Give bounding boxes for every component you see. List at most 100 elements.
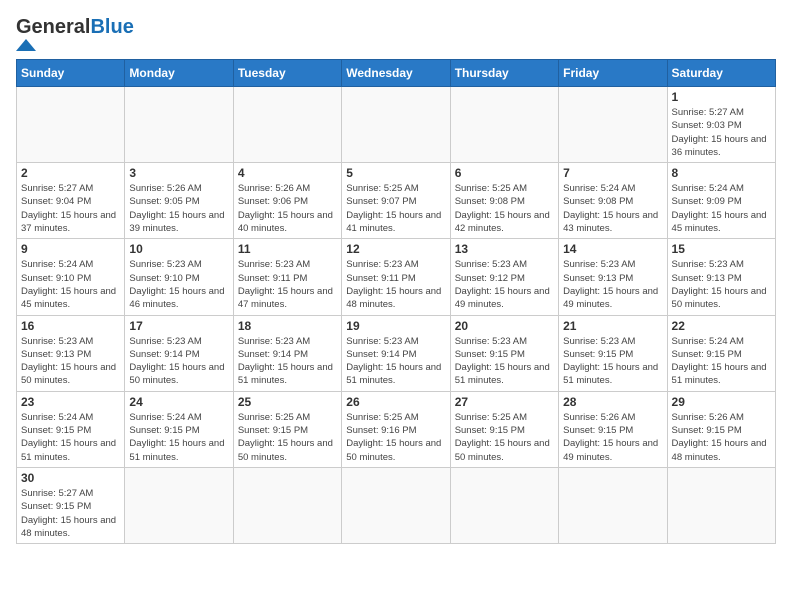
logo-container: GeneralBlue	[16, 16, 134, 51]
day-info: Sunrise: 5:23 AM Sunset: 9:14 PM Dayligh…	[346, 335, 445, 388]
calendar-cell-empty	[450, 467, 558, 543]
day-number: 11	[238, 242, 337, 256]
calendar-cell: 22 Sunrise: 5:24 AM Sunset: 9:15 PM Dayli…	[667, 315, 775, 391]
weekday-header-saturday: Saturday	[667, 60, 775, 87]
calendar-row-5: 30 Sunrise: 5:27 AM Sunset: 9:15 PM Dayli…	[17, 467, 776, 543]
day-info: Sunrise: 5:23 AM Sunset: 9:11 PM Dayligh…	[346, 258, 445, 311]
day-info: Sunrise: 5:23 AM Sunset: 9:14 PM Dayligh…	[129, 335, 228, 388]
day-number: 30	[21, 471, 120, 485]
day-number: 14	[563, 242, 662, 256]
weekday-header-monday: Monday	[125, 60, 233, 87]
day-number: 21	[563, 319, 662, 333]
day-info: Sunrise: 5:26 AM Sunset: 9:06 PM Dayligh…	[238, 182, 337, 235]
day-number: 9	[21, 242, 120, 256]
calendar-cell: 12 Sunrise: 5:23 AM Sunset: 9:11 PM Dayli…	[342, 239, 450, 315]
calendar-cell: 7 Sunrise: 5:24 AM Sunset: 9:08 PM Daylig…	[559, 163, 667, 239]
day-info: Sunrise: 5:26 AM Sunset: 9:15 PM Dayligh…	[672, 411, 771, 464]
calendar-cell: 17 Sunrise: 5:23 AM Sunset: 9:14 PM Dayli…	[125, 315, 233, 391]
day-number: 22	[672, 319, 771, 333]
calendar-row-4: 23Sunrise: 5:24 AM Sunset: 9:15 PM Dayli…	[17, 391, 776, 467]
weekday-header-row: SundayMondayTuesdayWednesdayThursdayFrid…	[17, 60, 776, 87]
day-info: Sunrise: 5:24 AM Sunset: 9:09 PM Dayligh…	[672, 182, 771, 235]
calendar-row-3: 16 Sunrise: 5:23 AM Sunset: 9:13 PM Dayli…	[17, 315, 776, 391]
day-number: 2	[21, 166, 120, 180]
calendar-cell-empty	[125, 467, 233, 543]
calendar-row-1: 2Sunrise: 5:27 AM Sunset: 9:04 PM Daylig…	[17, 163, 776, 239]
day-info: Sunrise: 5:25 AM Sunset: 9:07 PM Dayligh…	[346, 182, 445, 235]
day-number: 27	[455, 395, 554, 409]
day-info: Sunrise: 5:25 AM Sunset: 9:15 PM Dayligh…	[455, 411, 554, 464]
calendar-cell	[559, 87, 667, 163]
day-number: 12	[346, 242, 445, 256]
day-info: Sunrise: 5:25 AM Sunset: 9:08 PM Dayligh…	[455, 182, 554, 235]
day-info: Sunrise: 5:23 AM Sunset: 9:11 PM Dayligh…	[238, 258, 337, 311]
calendar-cell: 5 Sunrise: 5:25 AM Sunset: 9:07 PM Daylig…	[342, 163, 450, 239]
day-info: Sunrise: 5:23 AM Sunset: 9:15 PM Dayligh…	[563, 335, 662, 388]
day-number: 3	[129, 166, 228, 180]
day-info: Sunrise: 5:23 AM Sunset: 9:13 PM Dayligh…	[21, 335, 120, 388]
day-number: 18	[238, 319, 337, 333]
day-number: 23	[21, 395, 120, 409]
calendar-cell	[450, 87, 558, 163]
day-number: 1	[672, 90, 771, 104]
day-info: Sunrise: 5:23 AM Sunset: 9:14 PM Dayligh…	[238, 335, 337, 388]
logo-triangle-row	[16, 39, 36, 51]
calendar-cell-empty	[233, 467, 341, 543]
day-info: Sunrise: 5:26 AM Sunset: 9:15 PM Dayligh…	[563, 411, 662, 464]
day-number: 25	[238, 395, 337, 409]
weekday-header-sunday: Sunday	[17, 60, 125, 87]
calendar-cell: 2Sunrise: 5:27 AM Sunset: 9:04 PM Daylig…	[17, 163, 125, 239]
calendar-cell: 9 Sunrise: 5:24 AM Sunset: 9:10 PM Daylig…	[17, 239, 125, 315]
calendar-cell: 26 Sunrise: 5:25 AM Sunset: 9:16 PM Dayli…	[342, 391, 450, 467]
logo-general: General	[16, 16, 90, 38]
day-number: 20	[455, 319, 554, 333]
calendar-cell: 6 Sunrise: 5:25 AM Sunset: 9:08 PM Daylig…	[450, 163, 558, 239]
calendar-cell-empty	[667, 467, 775, 543]
day-number: 15	[672, 242, 771, 256]
day-info: Sunrise: 5:27 AM Sunset: 9:15 PM Dayligh…	[21, 487, 120, 540]
day-info: Sunrise: 5:26 AM Sunset: 9:05 PM Dayligh…	[129, 182, 228, 235]
calendar-cell: 10Sunrise: 5:23 AM Sunset: 9:10 PM Dayli…	[125, 239, 233, 315]
logo: GeneralBlue	[16, 16, 134, 51]
day-info: Sunrise: 5:23 AM Sunset: 9:15 PM Dayligh…	[455, 335, 554, 388]
calendar-cell: 14 Sunrise: 5:23 AM Sunset: 9:13 PM Dayli…	[559, 239, 667, 315]
calendar-cell-empty	[342, 467, 450, 543]
day-number: 7	[563, 166, 662, 180]
day-info: Sunrise: 5:24 AM Sunset: 9:10 PM Dayligh…	[21, 258, 120, 311]
day-info: Sunrise: 5:25 AM Sunset: 9:15 PM Dayligh…	[238, 411, 337, 464]
logo-text: GeneralBlue	[16, 16, 134, 38]
day-info: Sunrise: 5:24 AM Sunset: 9:08 PM Dayligh…	[563, 182, 662, 235]
day-number: 16	[21, 319, 120, 333]
day-info: Sunrise: 5:23 AM Sunset: 9:13 PM Dayligh…	[672, 258, 771, 311]
calendar-table: SundayMondayTuesdayWednesdayThursdayFrid…	[16, 59, 776, 544]
calendar-cell: 28 Sunrise: 5:26 AM Sunset: 9:15 PM Dayli…	[559, 391, 667, 467]
day-number: 17	[129, 319, 228, 333]
day-number: 28	[563, 395, 662, 409]
day-number: 5	[346, 166, 445, 180]
day-number: 13	[455, 242, 554, 256]
calendar-cell	[233, 87, 341, 163]
calendar-cell: 15 Sunrise: 5:23 AM Sunset: 9:13 PM Dayli…	[667, 239, 775, 315]
day-info: Sunrise: 5:23 AM Sunset: 9:13 PM Dayligh…	[563, 258, 662, 311]
calendar-cell: 16 Sunrise: 5:23 AM Sunset: 9:13 PM Dayli…	[17, 315, 125, 391]
calendar-cell: 18 Sunrise: 5:23 AM Sunset: 9:14 PM Dayli…	[233, 315, 341, 391]
day-info: Sunrise: 5:24 AM Sunset: 9:15 PM Dayligh…	[672, 335, 771, 388]
calendar-cell: 3 Sunrise: 5:26 AM Sunset: 9:05 PM Daylig…	[125, 163, 233, 239]
day-info: Sunrise: 5:25 AM Sunset: 9:16 PM Dayligh…	[346, 411, 445, 464]
calendar-cell: 1Sunrise: 5:27 AM Sunset: 9:03 PM Daylig…	[667, 87, 775, 163]
calendar-cell-30: 30 Sunrise: 5:27 AM Sunset: 9:15 PM Dayli…	[17, 467, 125, 543]
weekday-header-tuesday: Tuesday	[233, 60, 341, 87]
weekday-header-friday: Friday	[559, 60, 667, 87]
calendar-cell	[125, 87, 233, 163]
day-number: 6	[455, 166, 554, 180]
calendar-row-2: 9 Sunrise: 5:24 AM Sunset: 9:10 PM Daylig…	[17, 239, 776, 315]
day-number: 26	[346, 395, 445, 409]
page-header: GeneralBlue	[16, 16, 776, 51]
calendar-cell: 11 Sunrise: 5:23 AM Sunset: 9:11 PM Dayli…	[233, 239, 341, 315]
day-number: 10	[129, 242, 228, 256]
calendar-cell: 27 Sunrise: 5:25 AM Sunset: 9:15 PM Dayli…	[450, 391, 558, 467]
calendar-cell: 20 Sunrise: 5:23 AM Sunset: 9:15 PM Dayli…	[450, 315, 558, 391]
calendar-row-0: 1Sunrise: 5:27 AM Sunset: 9:03 PM Daylig…	[17, 87, 776, 163]
calendar-cell	[17, 87, 125, 163]
logo-blue: Blue	[90, 16, 133, 38]
